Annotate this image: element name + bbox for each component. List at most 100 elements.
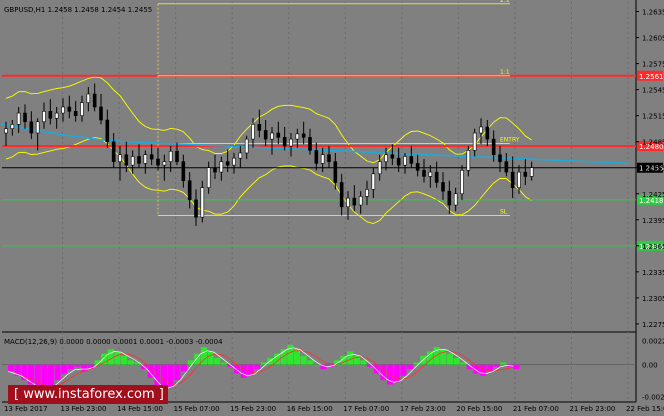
x-tick-label: 15 Feb 23:00 [230,405,276,413]
y-tick-label: 1.2305 [642,295,664,303]
x-tick-label: 13 Feb 23:00 [61,405,107,413]
candle-body [282,137,287,147]
candle-body [447,190,452,206]
macd-bar [114,351,121,365]
candle-body [206,167,211,188]
macd-bar [107,349,114,365]
candle-body [111,141,116,162]
macd-bar [240,364,247,378]
candle-body [251,124,255,140]
lower-band [5,137,532,224]
macd-bar [513,364,520,370]
fib-label: 1:1 [500,69,510,76]
candle-body [137,156,141,164]
watermark: [ www.instaforex.com ] [8,385,168,404]
y-tick-label: 1.2575 [642,61,664,69]
candle-body [472,132,477,151]
candle-body [396,157,401,166]
candle-body [390,154,395,159]
x-tick-label: 21 Feb 07:00 [513,405,559,413]
candle-body [149,154,154,160]
candle-body [168,150,173,162]
macd-bar [74,364,81,367]
y-tick-label: 1.2545 [642,87,664,95]
candle-body [4,128,8,134]
candle-body [371,173,376,190]
y-tick-label: 1.2425 [642,191,664,199]
macd-bar [121,355,128,365]
candle-body [16,112,21,125]
x-tick-label: 16 Feb 15:00 [287,405,333,413]
macd-bar [420,355,427,365]
candle-body [529,167,534,177]
macd-bar [207,351,214,365]
x-tick-label: 17 Feb 07:00 [343,405,389,413]
y-tick-label: 1.2485 [642,139,664,147]
candle-body [422,170,426,177]
candle-body [365,189,369,197]
x-tick-label: 22 Feb 15:00 [626,405,664,413]
macd-bar [406,364,414,370]
macd-y-tick-label: -0.0029 [642,394,664,402]
candle-body [42,111,46,123]
candle-body [238,152,243,159]
y-tick-label: 1.2365 [642,243,664,251]
candle-body [270,132,274,140]
fib-levels: 2:1 1:1 ENTRY SL [157,0,520,216]
candle-body [244,138,249,154]
macd-bar [293,349,301,365]
y-tick-label: 1.2515 [642,113,664,121]
macd-bar [300,355,307,365]
candle-body [48,111,53,119]
y-tick-label: 1.2275 [642,321,664,329]
candle-body [504,161,509,173]
candle-body [225,161,230,166]
candle-body [187,180,192,201]
candle-body [327,154,331,162]
candle-body [73,111,78,116]
macd-bar [61,364,68,374]
candles [4,83,534,226]
candle-body [498,154,502,162]
candle-body [86,93,91,103]
candle-body [124,154,129,166]
level-tag-label: 1.2561 [639,73,664,81]
candle-body [80,102,84,116]
candle-body [333,161,338,183]
price-axis: 1.2635 1.2605 1.2575 1.2545 1.2515 1.2485 1.24… [636,9,664,402]
candle-body [415,163,420,171]
macd-y-tick-label: 0.00 [642,362,658,370]
candle-body [289,138,293,147]
candle-body [358,196,363,206]
x-tick-label: 13 Feb 2017 [4,405,48,413]
time-axis: 13 Feb 2017 13 Feb 23:00 14 Feb 15:00 15 Fe… [4,405,664,413]
candle-body [257,124,262,131]
candle-body [441,182,445,192]
macd-bar [446,353,454,365]
candle-body [339,182,344,208]
upper-band [5,76,532,164]
macd-bar [493,364,500,367]
y-tick-label: 1.2395 [642,217,664,225]
macd-bar [460,362,467,365]
candle-body [428,171,433,177]
chart-title: GBPUSD,H1 1.2458 1.2458 1.2454 1.2455 [4,6,152,14]
macd-bar [8,364,15,372]
macd-bar [254,364,261,370]
x-tick-label: 14 Feb 15:00 [117,405,163,413]
macd-bar [180,364,188,372]
candle-body [352,197,357,206]
candle-body [403,156,407,166]
macd-bar [67,364,74,370]
macd-bar [127,360,134,365]
macd-bar [400,364,407,376]
candle-body [377,161,382,175]
y-tick-label: 1.2605 [642,35,664,43]
candle-body [460,170,464,195]
candle-body [479,126,483,134]
candle-body [194,199,198,218]
macd-bar [220,362,227,365]
envelope-bands [5,76,532,224]
macd-bar [307,360,314,365]
candle-body [384,154,388,162]
